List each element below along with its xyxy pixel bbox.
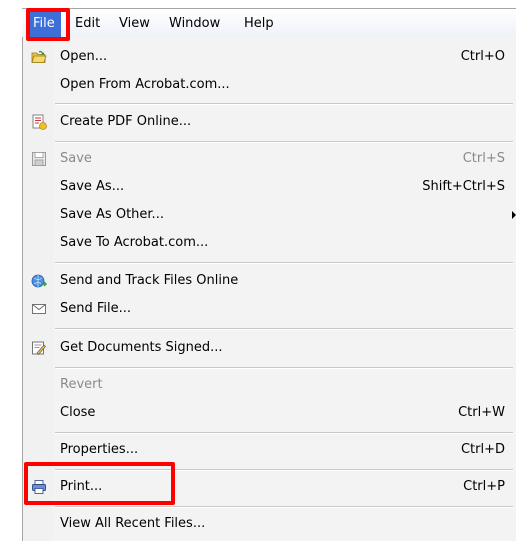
menu-separator — [55, 141, 513, 143]
menu-item-view-all-recent[interactable]: View All Recent Files... — [25, 510, 513, 538]
print-item-highlight — [24, 462, 175, 505]
globe-send-icon — [31, 273, 48, 289]
envelope-icon — [31, 301, 47, 317]
menu-item-get-documents-signed[interactable]: Get Documents Signed... — [25, 334, 513, 362]
menu-separator — [55, 262, 513, 264]
close-shortcut: Ctrl+W — [458, 405, 505, 420]
menu-edit[interactable]: Edit — [75, 9, 100, 38]
menu-item-properties[interactable]: Properties... Ctrl+D — [25, 436, 513, 464]
open-label: Open... — [60, 49, 108, 64]
submenu-arrow-icon — [512, 211, 516, 219]
create-pdf-online-label: Create PDF Online... — [60, 114, 192, 129]
menu-item-save-as-other[interactable]: Save As Other... — [25, 201, 516, 229]
menu-separator — [55, 506, 513, 508]
open-from-acrobat-label: Open From Acrobat.com... — [60, 77, 230, 92]
menu-item-save[interactable]: Save Ctrl+S — [25, 145, 513, 173]
save-disk-icon — [31, 151, 47, 167]
menu-separator — [55, 328, 513, 330]
menu-item-save-as[interactable]: Save As... Shift+Ctrl+S — [25, 173, 513, 201]
menu-item-open[interactable]: Open... Ctrl+O — [25, 43, 513, 71]
save-as-label: Save As... — [60, 179, 125, 194]
create-pdf-icon — [31, 114, 47, 130]
menu-item-send-file[interactable]: Send File... — [25, 295, 513, 323]
save-as-other-label: Save As Other... — [60, 207, 164, 222]
properties-shortcut: Ctrl+D — [460, 442, 505, 457]
sign-document-icon — [31, 340, 47, 356]
menu-view[interactable]: View — [119, 9, 150, 38]
properties-label: Properties... — [60, 442, 139, 457]
save-label: Save — [60, 151, 92, 166]
close-label: Close — [60, 405, 96, 420]
menu-item-open-from-acrobat[interactable]: Open From Acrobat.com... — [25, 71, 513, 99]
print-shortcut: Ctrl+P — [463, 479, 505, 494]
menu-separator — [55, 367, 513, 369]
open-folder-icon — [31, 49, 47, 65]
open-shortcut: Ctrl+O — [460, 49, 505, 64]
send-file-label: Send File... — [60, 301, 132, 316]
menu-item-revert[interactable]: Revert — [25, 371, 513, 399]
menu-separator — [55, 103, 513, 105]
save-shortcut: Ctrl+S — [462, 151, 505, 166]
menu-help[interactable]: Help — [244, 9, 274, 38]
save-as-shortcut: Shift+Ctrl+S — [422, 179, 505, 194]
menu-item-create-pdf-online[interactable]: Create PDF Online... — [25, 108, 513, 136]
menubar: File Edit View Window Help — [22, 8, 516, 38]
view-all-recent-label: View All Recent Files... — [60, 516, 206, 531]
get-documents-signed-label: Get Documents Signed... — [60, 340, 223, 355]
menu-window[interactable]: Window — [169, 9, 220, 38]
menu-item-save-to-acrobat[interactable]: Save To Acrobat.com... — [25, 229, 513, 257]
file-menu-highlight — [26, 8, 70, 41]
send-and-track-label: Send and Track Files Online — [60, 273, 239, 288]
save-to-acrobat-label: Save To Acrobat.com... — [60, 235, 209, 250]
menu-item-close[interactable]: Close Ctrl+W — [25, 399, 513, 427]
menu-separator — [55, 432, 513, 434]
revert-label: Revert — [60, 377, 103, 392]
menu-item-send-and-track[interactable]: Send and Track Files Online — [25, 267, 513, 295]
